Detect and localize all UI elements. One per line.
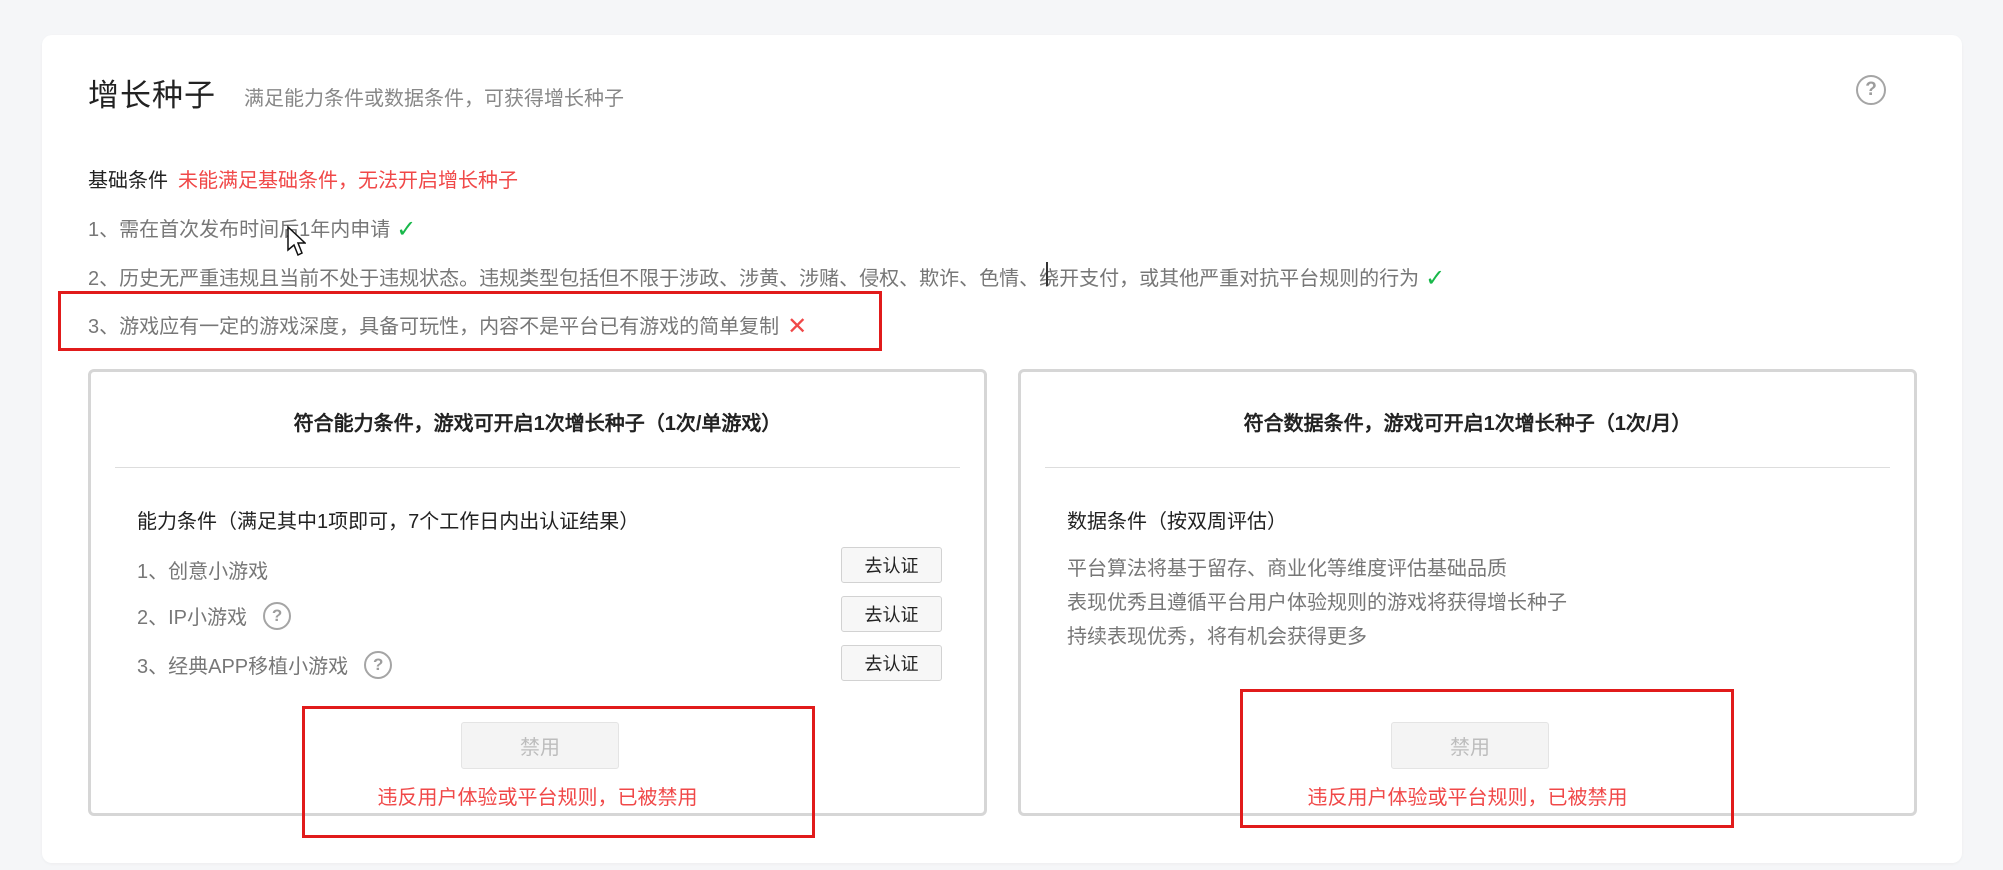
ability-item-ip-label: 2、IP小游戏 [137, 607, 248, 629]
certify-app-port-button[interactable]: 去认证 [841, 645, 942, 681]
text-caret [1046, 262, 1048, 286]
base-conditions-warning: 未能满足基础条件，无法开启增长种子 [178, 170, 518, 192]
base-conditions-label: 基础条件 [88, 170, 168, 192]
ip-help-icon[interactable]: ? [263, 601, 292, 630]
base-rule-1: 1、需在首次发布时间后1年内申请 ✓ [88, 213, 416, 244]
ability-section-title: 能力条件（满足其中1项即可，7个工作日内出认证结果） [137, 511, 640, 533]
check-icon: ✓ [396, 216, 417, 243]
data-section-title: 数据条件（按双周评估） [1067, 511, 1287, 533]
ability-item-app-port-label: 3、经典APP移植小游戏 [137, 656, 349, 678]
data-description-line-2: 表现优秀且遵循平台用户体验规则的游戏将获得增长种子 [1067, 592, 1567, 614]
base-rule-3: 3、游戏应有一定的游戏深度，具备可玩性，内容不是平台已有游戏的简单复制 ✕ [88, 310, 807, 341]
app-port-help-icon[interactable]: ? [364, 650, 393, 679]
base-rule-2: 2、历史无严重违规且当前不处于违规状态。违规类型包括但不限于涉政、涉黄、涉赌、侵… [88, 262, 1445, 293]
ability-item-ip: 2、IP小游戏 ? [137, 601, 292, 630]
data-condition-panel: 符合数据条件，游戏可开启1次增长种子（1次/月） 数据条件（按双周评估） 平台算… [1018, 369, 1917, 816]
certify-creative-button[interactable]: 去认证 [841, 547, 942, 583]
ability-condition-panel: 符合能力条件，游戏可开启1次增长种子（1次/单游戏） 能力条件（满足其中1项即可… [88, 369, 987, 816]
cross-icon: ✕ [787, 313, 808, 340]
page-subtitle: 满足能力条件或数据条件，可获得增长种子 [244, 88, 624, 110]
data-description-line-1: 平台算法将基于留存、商业化等维度评估基础品质 [1067, 558, 1507, 580]
ability-ban-message: 违反用户体验或平台规则，已被禁用 [377, 787, 698, 809]
data-disabled-button: 禁用 [1391, 722, 1549, 769]
base-rule-1-text: 1、需在首次发布时间后1年内申请 [88, 219, 391, 241]
certify-ip-button[interactable]: 去认证 [841, 596, 942, 632]
ability-panel-divider [115, 467, 960, 468]
ability-item-creative: 1、创意小游戏 [137, 555, 268, 584]
data-ban-message: 违反用户体验或平台规则，已被禁用 [1307, 787, 1628, 809]
check-icon: ✓ [1425, 265, 1446, 292]
data-panel-divider [1045, 467, 1890, 468]
page-title: 增长种子 [88, 78, 216, 113]
data-description-line-3: 持续表现优秀，将有机会获得更多 [1067, 626, 1367, 648]
help-question-icon[interactable]: ? [1856, 75, 1886, 105]
ability-disabled-button: 禁用 [461, 722, 619, 769]
ability-panel-title: 符合能力条件，游戏可开启1次增长种子（1次/单游戏） [293, 413, 782, 435]
base-rule-3-text: 3、游戏应有一定的游戏深度，具备可玩性，内容不是平台已有游戏的简单复制 [88, 316, 780, 338]
data-panel-title: 符合数据条件，游戏可开启1次增长种子（1次/月） [1243, 413, 1692, 435]
base-rule-2-text: 2、历史无严重违规且当前不处于违规状态。违规类型包括但不限于涉政、涉黄、涉赌、侵… [88, 268, 1420, 290]
ability-item-app-port: 3、经典APP移植小游戏 ? [137, 650, 393, 679]
ability-item-creative-label: 1、创意小游戏 [137, 561, 269, 583]
mouse-cursor-icon [287, 225, 306, 257]
